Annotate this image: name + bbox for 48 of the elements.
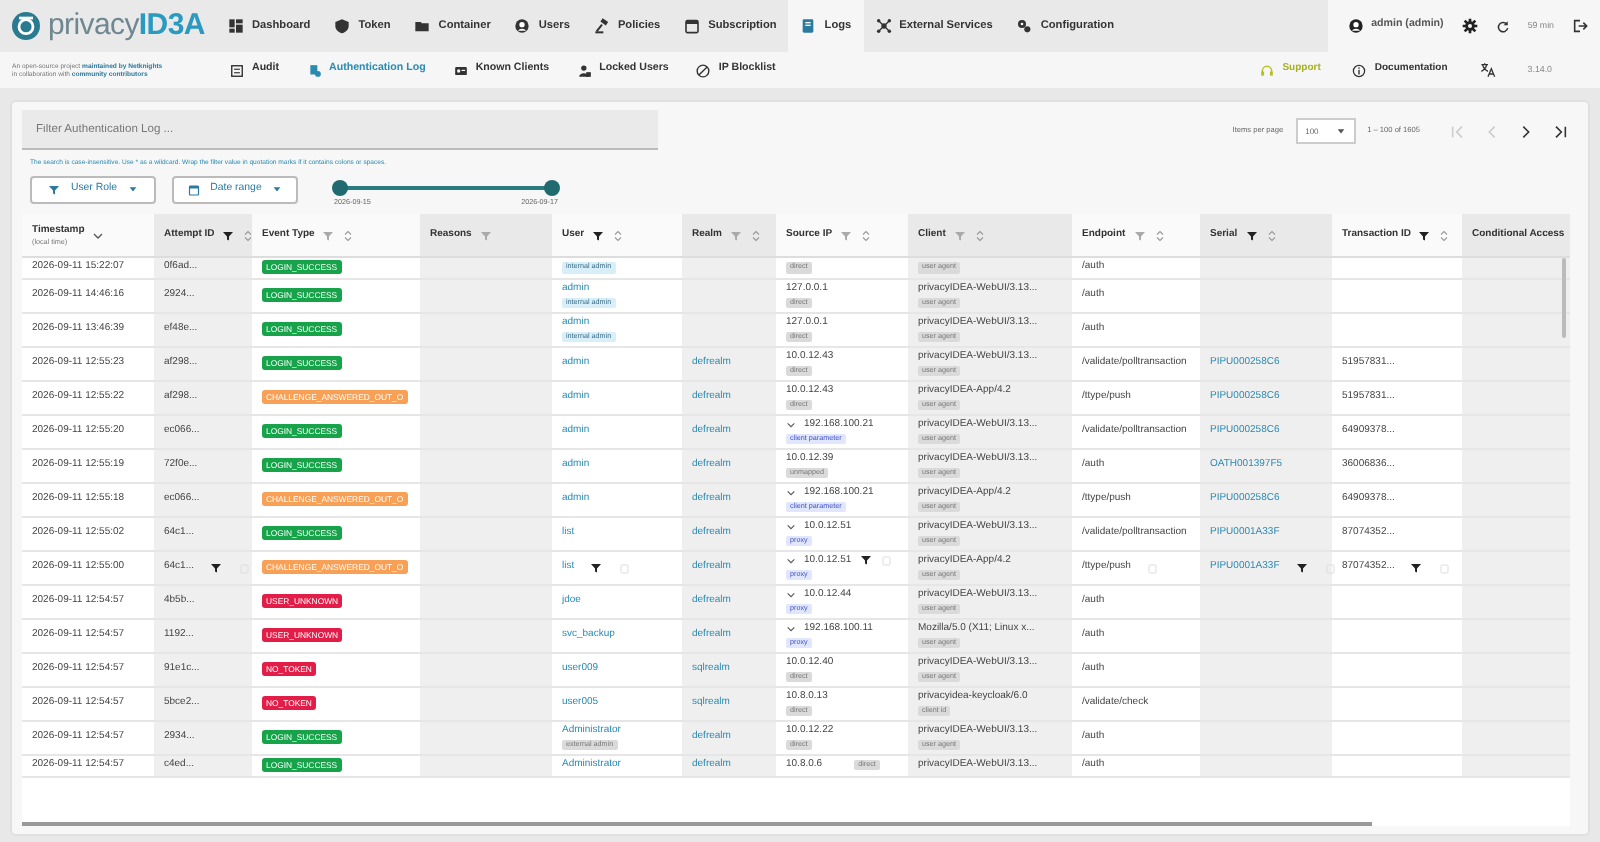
filter-icon[interactable]: [222, 229, 235, 242]
logout-icon[interactable]: [1572, 18, 1588, 34]
logo-text: privacyID3A: [48, 5, 205, 46]
slider-thumb[interactable]: [332, 179, 348, 196]
expand-icon[interactable]: [786, 419, 796, 430]
settings-icon[interactable]: [1461, 18, 1478, 34]
calendar-icon: [684, 18, 701, 34]
expand-icon[interactable]: [786, 589, 796, 600]
info-icon: [1352, 63, 1367, 77]
caret-icon: [1335, 126, 1346, 136]
filter-icon[interactable]: [590, 561, 603, 574]
slider-thumb[interactable]: [544, 179, 560, 196]
filter-icon[interactable]: [210, 561, 223, 574]
calendar-icon: [188, 183, 201, 196]
id-card-icon: [453, 63, 468, 77]
filter-icon[interactable]: [859, 554, 872, 567]
logo-icon: [12, 12, 40, 40]
user-icon: [514, 18, 531, 34]
book-icon: [800, 18, 817, 34]
gears-icon: [1016, 18, 1033, 34]
filter-icon[interactable]: [1245, 229, 1258, 242]
user-icon[interactable]: [1347, 18, 1364, 34]
user-lock-icon: [577, 63, 592, 77]
refresh-icon[interactable]: [1495, 19, 1510, 33]
expand-icon[interactable]: [786, 487, 796, 498]
filter-icon: [48, 183, 61, 196]
next-page-icon[interactable]: [1518, 123, 1534, 139]
caret-icon: [271, 184, 282, 195]
folder-icon: [414, 18, 431, 34]
filter-icon[interactable]: [1410, 561, 1423, 574]
caret-icon: [127, 184, 138, 195]
expand-icon[interactable]: [786, 521, 796, 532]
last-page-icon[interactable]: [1552, 123, 1568, 139]
filter-icon[interactable]: [1418, 229, 1431, 242]
expand-icon[interactable]: [786, 623, 796, 634]
shield-icon: [334, 18, 351, 34]
network-icon: [875, 18, 892, 34]
list-icon: [230, 63, 244, 77]
filter-icon[interactable]: [1295, 561, 1308, 574]
scrollbar[interactable]: [1562, 258, 1566, 339]
headset-icon: [1260, 63, 1275, 77]
grid-icon: [228, 18, 244, 34]
expand-icon[interactable]: [786, 555, 796, 566]
filter-icon[interactable]: [592, 229, 605, 242]
translate-icon[interactable]: [1479, 62, 1496, 78]
sort-icon[interactable]: [92, 229, 105, 242]
scrollbar[interactable]: [22, 822, 1372, 827]
gavel-icon: [593, 18, 610, 34]
